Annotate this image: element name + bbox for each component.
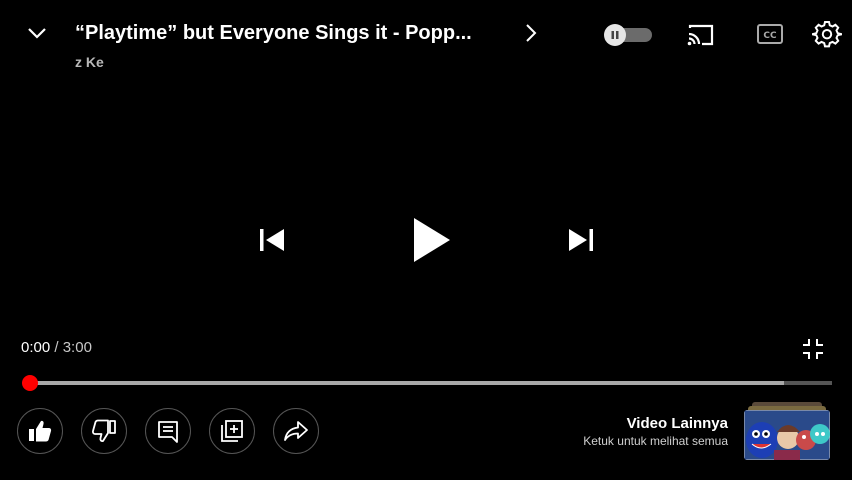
previous-icon bbox=[260, 229, 284, 251]
autoplay-knob bbox=[604, 24, 626, 46]
cc-icon: CC bbox=[757, 24, 783, 44]
video-title[interactable]: “Playtime” but Everyone Sings it - Popp.… bbox=[75, 20, 515, 46]
share-button[interactable] bbox=[273, 408, 319, 454]
play-icon bbox=[414, 218, 450, 262]
cast-button[interactable] bbox=[686, 22, 716, 48]
settings-button[interactable] bbox=[812, 19, 842, 49]
dislike-button[interactable] bbox=[81, 408, 127, 454]
exit-fullscreen-button[interactable] bbox=[802, 338, 824, 360]
captions-button[interactable]: CC bbox=[756, 23, 784, 45]
chevron-right-icon bbox=[526, 24, 537, 42]
like-button[interactable] bbox=[17, 408, 63, 454]
scrubber-handle[interactable] bbox=[22, 375, 38, 391]
comment-icon bbox=[158, 421, 178, 443]
cast-icon bbox=[687, 24, 714, 46]
chevron-down-icon bbox=[28, 28, 46, 39]
duration: 3:00 bbox=[62, 339, 92, 356]
comments-button[interactable] bbox=[145, 408, 191, 454]
time-separator: / bbox=[50, 339, 63, 356]
more-videos-thumbnail[interactable] bbox=[744, 402, 830, 460]
share-icon bbox=[284, 421, 308, 441]
thumbs-up-icon bbox=[29, 420, 52, 442]
pause-icon bbox=[611, 31, 619, 39]
progress-buffered bbox=[24, 381, 784, 385]
channel-name[interactable]: z Ke bbox=[75, 54, 104, 70]
exit-fullscreen-icon bbox=[803, 339, 823, 359]
play-button[interactable] bbox=[408, 214, 454, 266]
collapse-button[interactable] bbox=[24, 22, 50, 44]
gear-icon bbox=[812, 21, 842, 48]
svg-text:CC: CC bbox=[763, 31, 777, 41]
progress-bar[interactable] bbox=[22, 375, 832, 391]
previous-button[interactable] bbox=[256, 224, 288, 256]
thumbnail-image bbox=[744, 410, 830, 460]
save-button[interactable] bbox=[209, 408, 255, 454]
add-to-playlist-icon bbox=[221, 420, 243, 442]
next-button[interactable] bbox=[565, 224, 597, 256]
time-display: 0:00 / 3:00 bbox=[21, 339, 92, 356]
title-expand-button[interactable] bbox=[520, 22, 542, 44]
next-icon bbox=[569, 229, 593, 251]
autoplay-toggle[interactable] bbox=[604, 24, 654, 46]
thumbs-down-icon bbox=[91, 419, 116, 442]
current-time: 0:00 bbox=[21, 339, 51, 356]
more-videos-title[interactable]: Video Lainnya bbox=[627, 415, 728, 432]
more-videos-subtitle[interactable]: Ketuk untuk melihat semua bbox=[583, 434, 728, 448]
